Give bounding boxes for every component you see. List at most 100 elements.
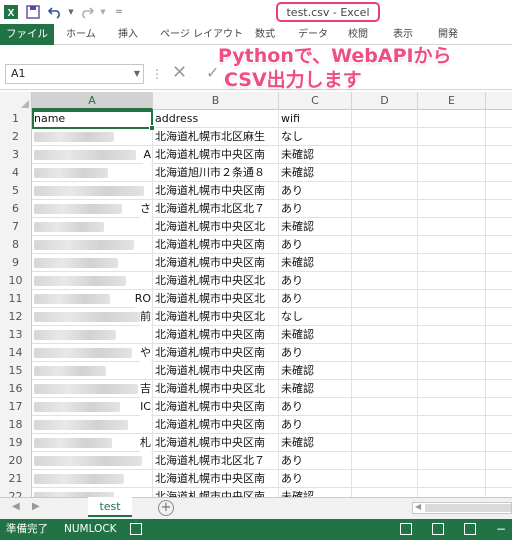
select-all-corner[interactable] — [0, 92, 32, 110]
horizontal-scrollbar[interactable]: ◀ — [412, 502, 512, 514]
row-header[interactable]: 5 — [0, 182, 32, 200]
save-icon[interactable] — [22, 1, 44, 23]
sheet-tab-test[interactable]: test — [88, 497, 132, 517]
address-cell[interactable]: 北海道札幌市中央区北 — [153, 272, 279, 290]
row-header[interactable]: 9 — [0, 254, 32, 272]
empty-cell[interactable] — [352, 254, 418, 272]
wifi-cell[interactable]: wifi — [279, 110, 352, 128]
name-cell[interactable]: さ — [32, 200, 153, 218]
column-header-a[interactable]: A — [32, 92, 153, 110]
worksheet-grid[interactable]: A B C D E 1 name address wifi 2 北海道札幌市北区麻生 なし 3… — [0, 92, 512, 497]
column-header-d[interactable]: D — [352, 92, 418, 110]
cancel-entry-icon[interactable]: ✕ — [172, 64, 187, 82]
row-header[interactable]: 1 — [0, 110, 32, 128]
address-cell[interactable]: 北海道札幌市中央区南 — [153, 326, 279, 344]
wifi-cell[interactable]: あり — [279, 344, 352, 362]
address-cell[interactable]: 北海道札幌市北区麻生 — [153, 128, 279, 146]
wifi-cell[interactable]: なし — [279, 128, 352, 146]
row-header[interactable]: 20 — [0, 452, 32, 470]
empty-cell[interactable] — [418, 272, 486, 290]
zoom-out-icon[interactable]: − — [496, 519, 506, 540]
address-cell[interactable]: 北海道札幌市中央区北 — [153, 290, 279, 308]
tab-page-layout[interactable]: ページ レイアウト — [160, 24, 243, 45]
wifi-cell[interactable]: 未確認 — [279, 326, 352, 344]
row-header[interactable]: 17 — [0, 398, 32, 416]
row-header[interactable]: 12 — [0, 308, 32, 326]
prev-sheet-icon[interactable]: ◀ — [12, 501, 20, 512]
name-box[interactable]: A1 ▼ — [5, 64, 144, 84]
wifi-cell[interactable]: 未確認 — [279, 434, 352, 452]
address-cell[interactable]: 北海道札幌市中央区南 — [153, 362, 279, 380]
address-cell[interactable]: 北海道札幌市北区北７ — [153, 200, 279, 218]
empty-cell[interactable] — [352, 200, 418, 218]
empty-cell[interactable] — [418, 164, 486, 182]
excel-logo-icon[interactable]: X — [0, 1, 22, 23]
wifi-cell[interactable]: あり — [279, 452, 352, 470]
tab-file[interactable]: ファイル — [0, 24, 54, 45]
tab-developer[interactable]: 開発 — [438, 24, 458, 45]
wifi-cell[interactable]: あり — [279, 200, 352, 218]
row-header[interactable]: 21 — [0, 470, 32, 488]
name-cell[interactable] — [32, 470, 153, 488]
empty-cell[interactable] — [418, 416, 486, 434]
wifi-cell[interactable]: あり — [279, 470, 352, 488]
row-header[interactable]: 22 — [0, 488, 32, 497]
row-header[interactable]: 15 — [0, 362, 32, 380]
name-cell[interactable] — [32, 236, 153, 254]
address-cell[interactable]: 北海道札幌市中央区南 — [153, 470, 279, 488]
empty-cell[interactable] — [418, 218, 486, 236]
name-cell[interactable] — [32, 272, 153, 290]
empty-cell[interactable] — [418, 254, 486, 272]
customize-qat-icon[interactable]: = — [108, 1, 130, 23]
tab-view[interactable]: 表示 — [393, 24, 413, 45]
formula-bar-grip-icon[interactable]: ⋮ — [151, 65, 163, 83]
address-cell[interactable]: 北海道札幌市中央区南 — [153, 182, 279, 200]
redo-icon[interactable] — [76, 1, 98, 23]
wifi-cell[interactable]: 未確認 — [279, 254, 352, 272]
tab-formulas[interactable]: 数式 — [255, 24, 275, 45]
page-layout-view-icon[interactable] — [432, 523, 444, 535]
empty-cell[interactable] — [352, 488, 418, 497]
row-header[interactable]: 10 — [0, 272, 32, 290]
empty-cell[interactable] — [352, 434, 418, 452]
name-cell[interactable]: 前 — [32, 308, 153, 326]
tab-insert[interactable]: 挿入 — [118, 24, 138, 45]
address-cell[interactable]: 北海道札幌市中央区南 — [153, 254, 279, 272]
name-cell[interactable] — [32, 362, 153, 380]
row-header[interactable]: 7 — [0, 218, 32, 236]
empty-cell[interactable] — [352, 452, 418, 470]
wifi-cell[interactable]: 未確認 — [279, 488, 352, 497]
empty-cell[interactable] — [352, 236, 418, 254]
empty-cell[interactable] — [352, 326, 418, 344]
name-cell[interactable] — [32, 254, 153, 272]
name-cell[interactable] — [32, 326, 153, 344]
address-cell[interactable]: 北海道札幌市北区北７ — [153, 452, 279, 470]
row-header[interactable]: 6 — [0, 200, 32, 218]
empty-cell[interactable] — [418, 308, 486, 326]
empty-cell[interactable] — [418, 380, 486, 398]
tab-data[interactable]: データ — [298, 24, 328, 45]
row-header[interactable]: 3 — [0, 146, 32, 164]
page-break-view-icon[interactable] — [464, 523, 476, 535]
name-cell[interactable] — [32, 452, 153, 470]
row-header[interactable]: 13 — [0, 326, 32, 344]
address-cell[interactable]: 北海道札幌市中央区北 — [153, 380, 279, 398]
wifi-cell[interactable]: あり — [279, 272, 352, 290]
undo-dropdown-icon[interactable]: ▼ — [66, 1, 76, 23]
add-sheet-icon[interactable]: + — [158, 500, 174, 516]
row-header[interactable]: 16 — [0, 380, 32, 398]
name-cell[interactable] — [32, 182, 153, 200]
wifi-cell[interactable]: あり — [279, 236, 352, 254]
wifi-cell[interactable]: あり — [279, 398, 352, 416]
wifi-cell[interactable]: 未確認 — [279, 146, 352, 164]
name-cell[interactable]: IC — [32, 398, 153, 416]
address-cell[interactable]: 北海道札幌市中央区南 — [153, 398, 279, 416]
next-sheet-icon[interactable]: ▶ — [32, 501, 40, 512]
empty-cell[interactable] — [418, 344, 486, 362]
empty-cell[interactable] — [352, 164, 418, 182]
name-cell[interactable]: A — [32, 146, 153, 164]
empty-cell[interactable] — [418, 200, 486, 218]
empty-cell[interactable] — [352, 290, 418, 308]
scroll-left-icon[interactable]: ◀ — [415, 502, 421, 511]
empty-cell[interactable] — [352, 110, 418, 128]
